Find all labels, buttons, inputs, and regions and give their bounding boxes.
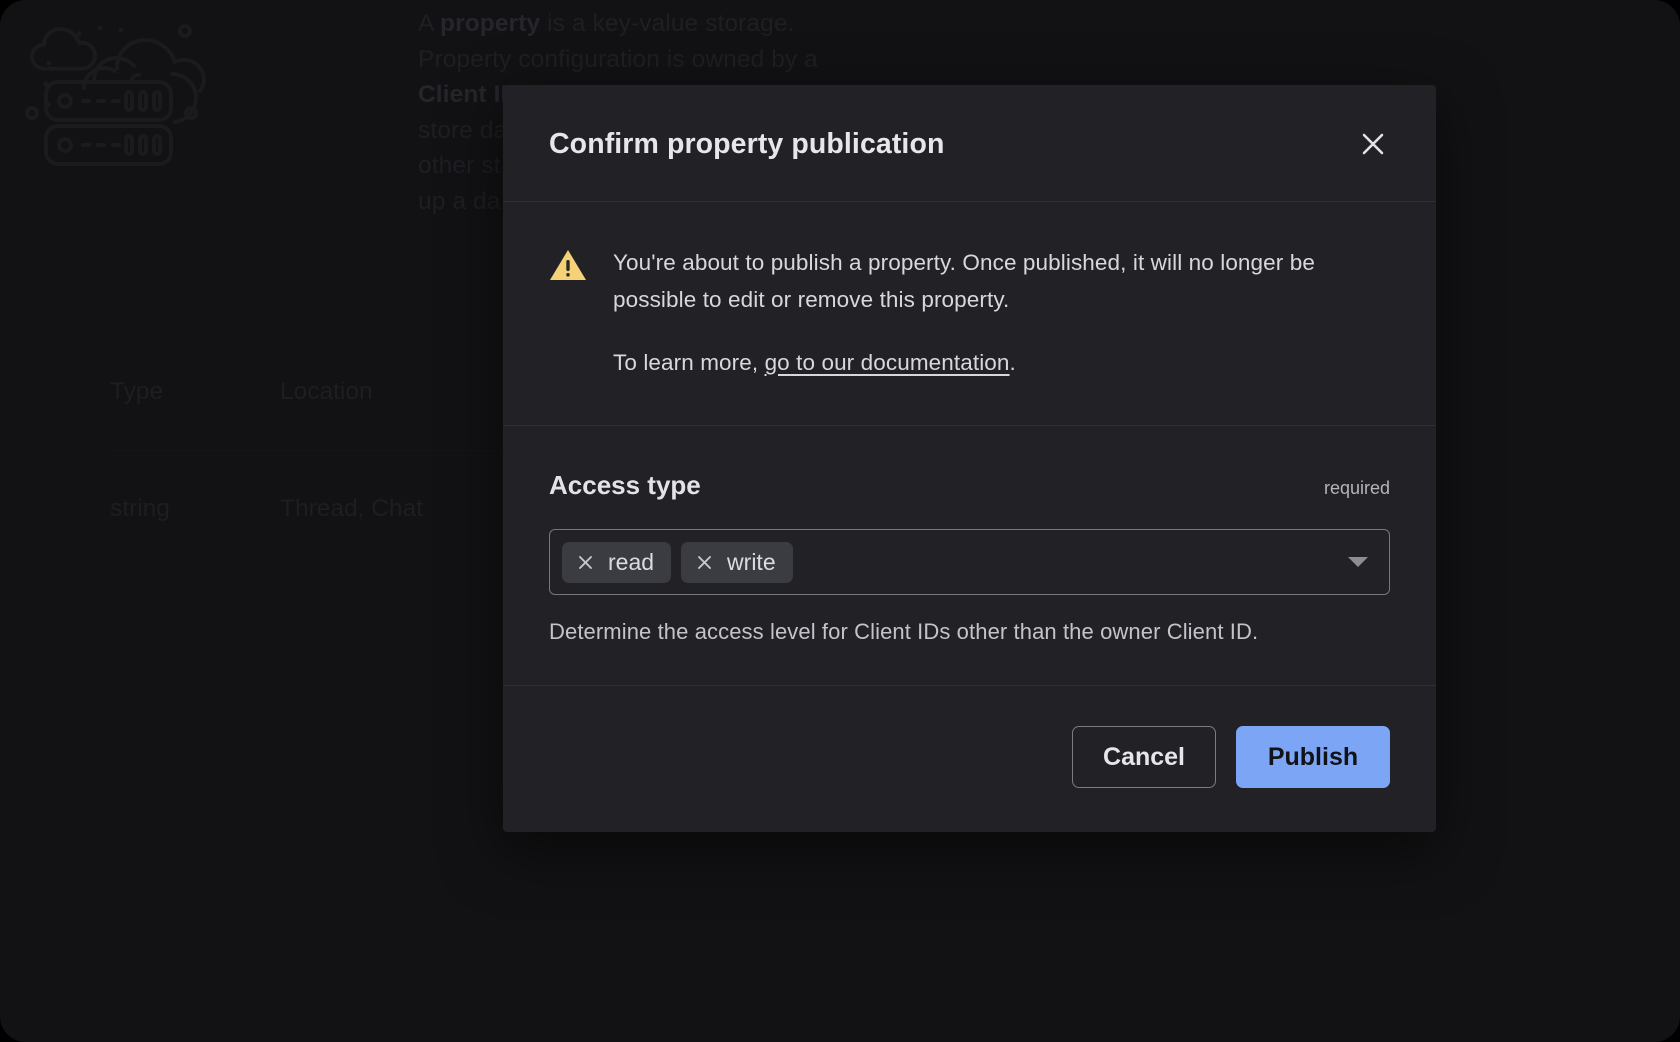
required-indicator: required: [1324, 478, 1390, 499]
chip-write[interactable]: write: [681, 542, 793, 583]
close-icon: [1358, 129, 1388, 159]
alert-text-block: You're about to publish a property. Once…: [613, 244, 1390, 381]
selected-chips: read write: [562, 542, 1333, 583]
confirm-property-publication-dialog: Confirm property publication: [503, 85, 1436, 832]
alert-learn-more-suffix: .: [1010, 350, 1016, 375]
access-type-help-text: Determine the access level for Client ID…: [549, 619, 1390, 645]
documentation-link[interactable]: go to our documentation: [765, 350, 1010, 375]
remove-write-icon[interactable]: [695, 553, 714, 572]
warning-triangle-icon: [549, 248, 587, 282]
alert-paragraph-1: You're about to publish a property. Once…: [613, 244, 1390, 318]
alert-paragraph-2: To learn more, go to our documentation.: [613, 344, 1390, 381]
app-window: A property is a key-value storage. Prope…: [0, 0, 1680, 1042]
remove-read-icon[interactable]: [576, 553, 595, 572]
chip-read[interactable]: read: [562, 542, 671, 583]
alert-learn-more-prefix: To learn more,: [613, 350, 765, 375]
cancel-button[interactable]: Cancel: [1072, 726, 1216, 788]
chevron-down-icon[interactable]: [1343, 547, 1373, 577]
access-type-multiselect[interactable]: read write: [549, 529, 1390, 595]
dialog-footer: Cancel Publish: [503, 686, 1436, 832]
dialog-body: You're about to publish a property. Once…: [503, 202, 1436, 426]
chip-read-label: read: [608, 551, 654, 574]
chip-write-label: write: [727, 551, 776, 574]
publish-button[interactable]: Publish: [1236, 726, 1390, 788]
access-type-label: Access type: [549, 470, 701, 501]
access-type-section: Access type required read: [503, 426, 1436, 686]
access-type-field-header: Access type required: [549, 470, 1390, 501]
publish-warning-alert: You're about to publish a property. Once…: [549, 244, 1390, 381]
close-dialog-button[interactable]: [1356, 127, 1390, 161]
dialog-header: Confirm property publication: [503, 85, 1436, 202]
dialog-title: Confirm property publication: [549, 128, 944, 161]
